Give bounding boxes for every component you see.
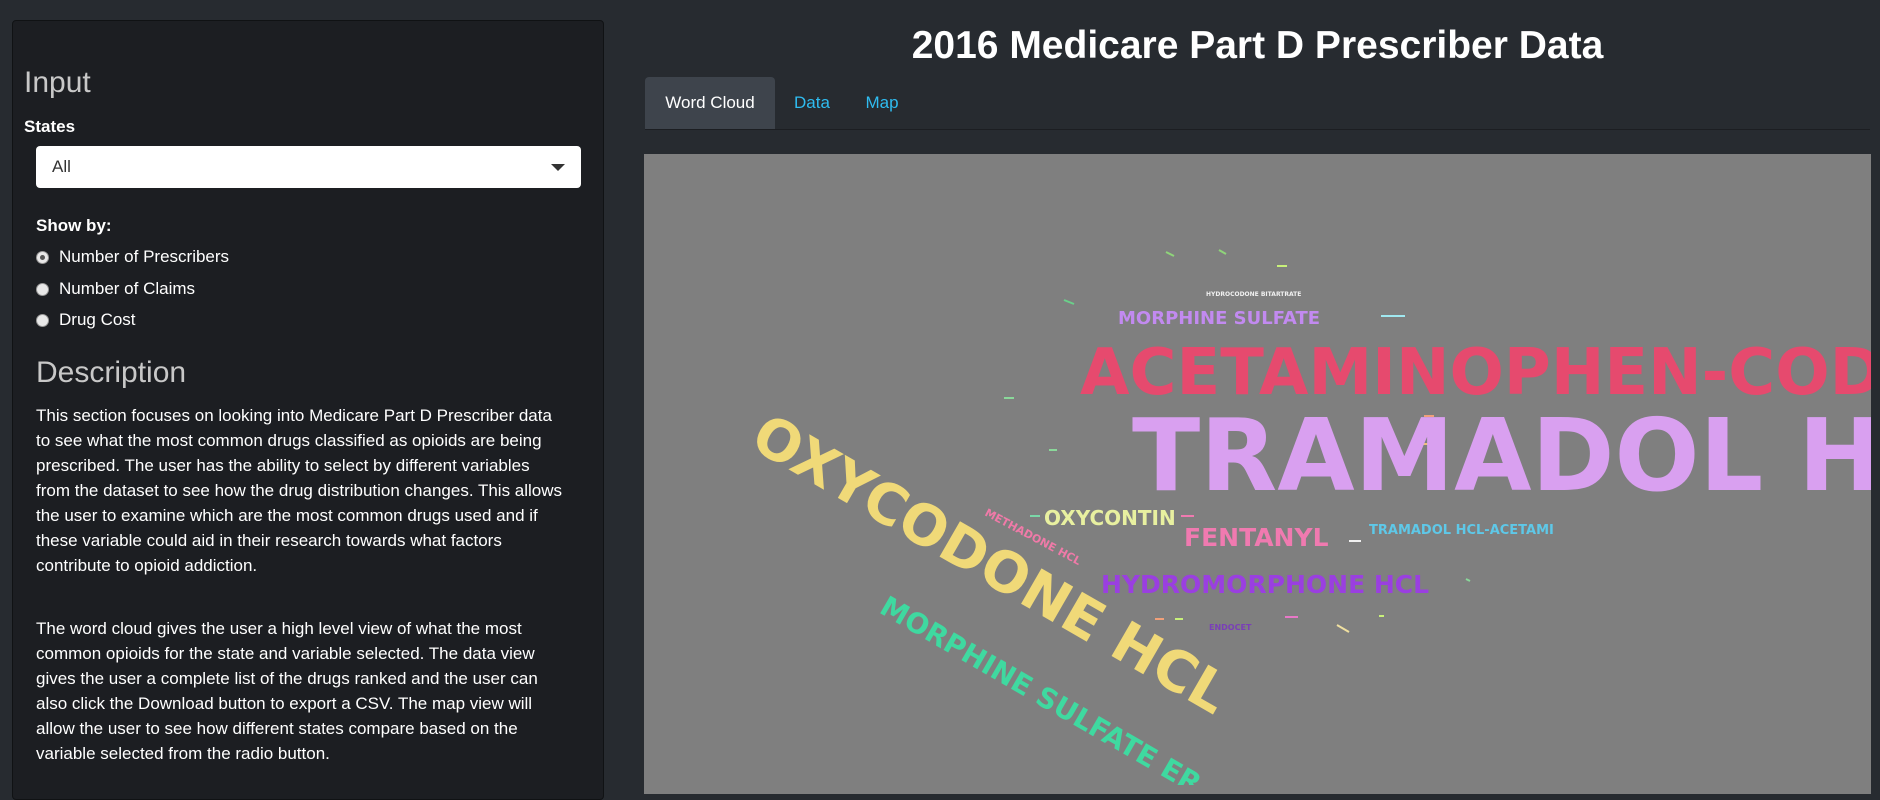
show-by-label: Show by: — [36, 216, 112, 235]
description-line: to see what the most common drugs classi… — [36, 431, 542, 450]
cloud-dash — [1165, 251, 1175, 257]
cloud-dash — [1465, 578, 1471, 582]
word-tramadol-hcl-acetami: TRAMADOL HCL-ACETAMI — [1369, 523, 1554, 538]
description-line: gives the user a complete list of the dr… — [36, 669, 538, 688]
description-line: these variable could aid in their resear… — [36, 531, 502, 550]
word-cloud-panel: TRAMADOL HCL ACETAMINOPHEN-CODEIN OXYCOD… — [644, 154, 1871, 794]
radio-number-of-claims[interactable]: Number of Claims — [36, 279, 195, 299]
cloud-dash — [1218, 249, 1227, 255]
word-tramadol-hcl: TRAMADOL HCL — [1132, 397, 1871, 514]
radio-label: Drug Cost — [59, 310, 136, 329]
description-paragraph-2: The word cloud gives the user a high lev… — [36, 616, 586, 766]
radio-drug-cost[interactable]: Drug Cost — [36, 310, 136, 330]
description-line: prescribed. The user has the ability to … — [36, 456, 530, 475]
states-select-value: All — [52, 157, 71, 176]
radio-dot[interactable] — [36, 313, 49, 327]
description-line: the user to examine which are the most c… — [36, 506, 538, 525]
radio-label: Number of Claims — [59, 279, 196, 298]
word-morphine-sulfate: MORPHINE SULFATE — [1118, 308, 1320, 329]
description-line: common opioids for the state and variabl… — [36, 644, 535, 663]
states-label: States — [24, 117, 76, 136]
description-line: from the dataset to see how the drug dis… — [36, 481, 563, 500]
word-oxycontin: OXYCONTIN — [1044, 506, 1176, 530]
cloud-dash — [1336, 624, 1350, 633]
radio-label: Number of Prescribers — [59, 247, 230, 266]
description-line: also click the Download button to export… — [36, 694, 533, 713]
tab-data[interactable]: Data — [778, 77, 846, 129]
description-line: contribute to opioid addiction. — [36, 556, 258, 575]
word-hydromorphone-hcl: HYDROMORPHONE HCL — [1101, 570, 1429, 599]
tab-word-cloud[interactable]: Word Cloud — [645, 77, 775, 129]
word-endocet: ENDOCET — [1209, 623, 1252, 632]
description-line: The word cloud gives the user a high lev… — [36, 619, 522, 638]
description-line: allow the user to see how different stat… — [36, 719, 518, 738]
radio-dot[interactable] — [36, 282, 49, 296]
cloud-dash — [1063, 299, 1075, 305]
radio-dot-selected[interactable] — [36, 250, 49, 264]
page-title: 2016 Medicare Part D Prescriber Data — [911, 24, 1604, 67]
tab-bar: Word Cloud Data Map — [645, 77, 1870, 130]
word-fentanyl: FENTANYL — [1184, 523, 1329, 552]
description-line: This section focuses on looking into Med… — [36, 406, 552, 425]
description-paragraph-1: This section focuses on looking into Med… — [36, 403, 586, 578]
input-heading: Input — [24, 66, 91, 99]
word-cloud-svg: TRAMADOL HCL ACETAMINOPHEN-CODEIN OXYCOD… — [741, 249, 1871, 785]
description-heading: Description — [36, 356, 187, 389]
radio-number-of-prescribers[interactable]: Number of Prescribers — [36, 247, 229, 267]
word-acetaminophen-codein: ACETAMINOPHEN-CODEIN — [1080, 336, 1871, 410]
tab-map[interactable]: Map — [846, 77, 918, 129]
chevron-down-icon — [551, 163, 565, 171]
word-hydrocodone-bitartrate: HYDROCODONE BITARTRATE — [1206, 291, 1301, 298]
states-select[interactable]: All — [36, 146, 581, 188]
description-line: variable selected from the radio button. — [36, 744, 330, 763]
